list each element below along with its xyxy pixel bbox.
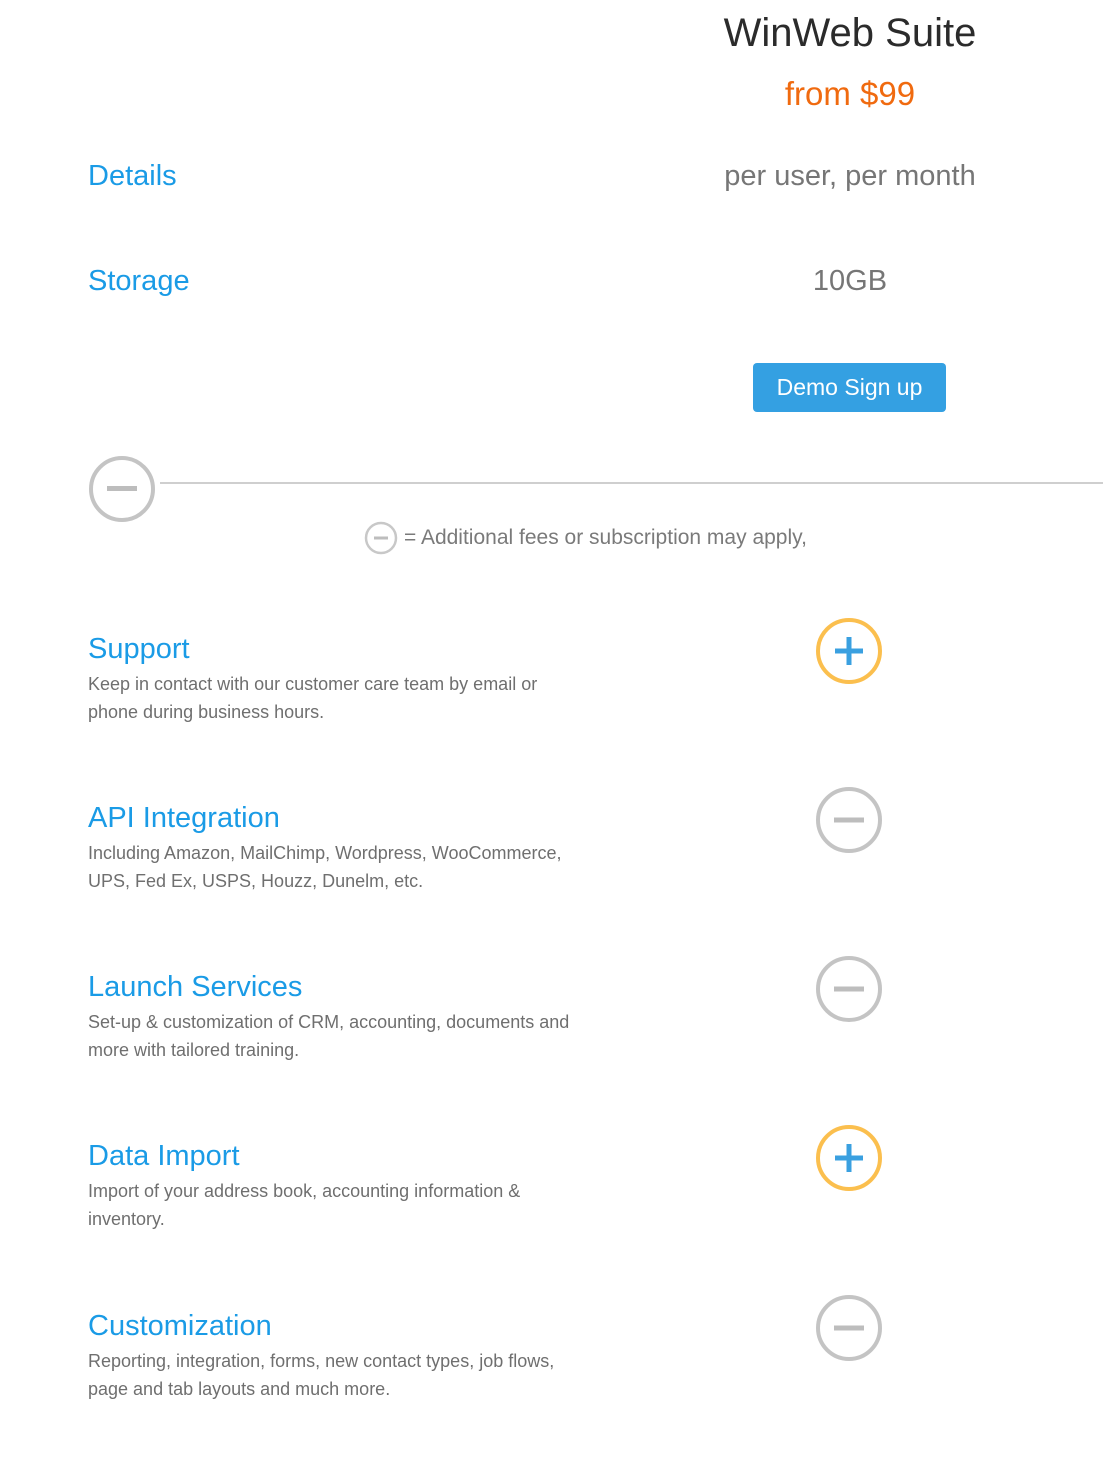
feature-title[interactable]: Customization (88, 1309, 272, 1343)
plan-title: WinWeb Suite (723, 11, 977, 55)
feature-description: Import of your address book, accounting … (88, 1177, 608, 1233)
section-divider (160, 482, 1103, 484)
feature-description: Keep in contact with our customer care t… (88, 670, 608, 726)
feature-description-line: inventory. (88, 1209, 165, 1229)
feature-description: Including Amazon, MailChimp, Wordpress, … (88, 839, 608, 895)
minus-circle-icon (814, 955, 884, 1025)
feature-description-line: Including Amazon, MailChimp, Wordpress, … (88, 843, 562, 863)
feature-description-line: Keep in contact with our customer care t… (88, 674, 538, 694)
feature-title[interactable]: Launch Services (88, 970, 302, 1004)
minus-circle-icon (814, 1294, 884, 1364)
minus-circle-icon (814, 786, 884, 856)
feature-description: Set-up & customization of CRM, accountin… (88, 1008, 608, 1064)
minus-circle-icon (86, 454, 158, 526)
legend-text: = Additional fees or subscription may ap… (404, 526, 807, 549)
feature-description-line: UPS, Fed Ex, USPS, Houzz, Dunelm, etc. (88, 871, 424, 891)
plus-circle-icon (814, 617, 884, 687)
storage-value: 10GB (812, 265, 888, 297)
legend: = Additional fees or subscription may ap… (364, 521, 807, 555)
plan-price: from $99 (784, 75, 916, 112)
feature-description-line: phone during business hours. (88, 702, 325, 722)
details-label[interactable]: Details (88, 159, 177, 193)
feature-description-line: more with tailored training. (88, 1040, 300, 1060)
feature-description-line: Reporting, integration, forms, new conta… (88, 1351, 555, 1371)
minus-circle-icon (364, 521, 404, 555)
feature-description-line: Import of your address book, accounting … (88, 1181, 521, 1201)
details-value: per user, per month (724, 160, 976, 192)
feature-title[interactable]: Support (88, 632, 190, 666)
plus-circle-icon (814, 1124, 884, 1194)
feature-description-line: Set-up & customization of CRM, accountin… (88, 1012, 570, 1032)
demo-sign-up-button[interactable]: Demo Sign up (753, 363, 946, 412)
storage-label[interactable]: Storage (88, 264, 190, 298)
feature-description-line: page and tab layouts and much more. (88, 1379, 391, 1399)
feature-title[interactable]: API Integration (88, 801, 280, 835)
feature-title[interactable]: Data Import (88, 1139, 240, 1173)
feature-description: Reporting, integration, forms, new conta… (88, 1347, 608, 1403)
